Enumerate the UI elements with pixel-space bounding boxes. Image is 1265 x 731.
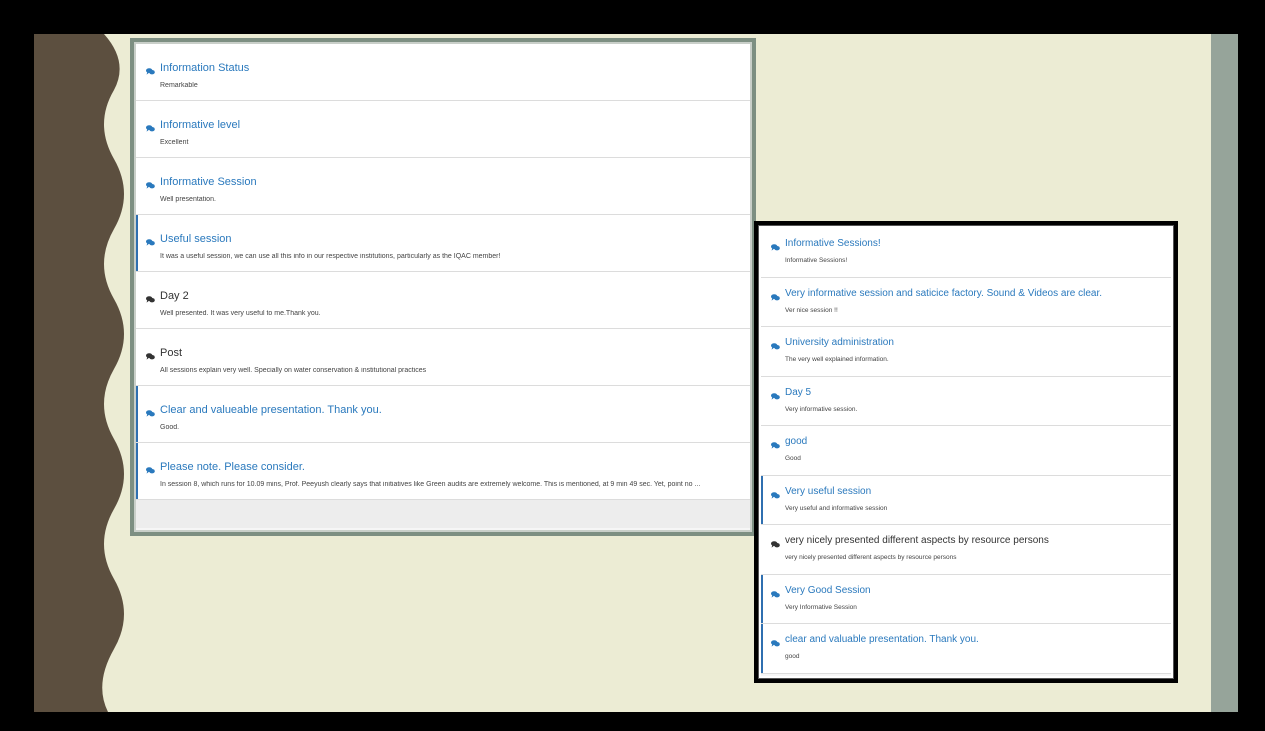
left-feedback-item[interactable]: Clear and valueable presentation. Thank … (136, 386, 750, 443)
left-feedback-item[interactable]: Please note. Please consider. In session … (136, 443, 750, 500)
feedback-title-link[interactable]: University administration (785, 337, 894, 348)
feedback-text: The very well explained information. (785, 356, 889, 363)
comments-icon (146, 353, 155, 360)
right-feedback-item[interactable]: University administration The very well e… (761, 327, 1171, 377)
feedback-title-link[interactable]: good (785, 436, 807, 447)
comments-icon (771, 640, 780, 647)
feedback-text: Very useful and informative session (785, 504, 888, 512)
feedback-text: Well presentation. (160, 196, 216, 203)
feedback-title-link[interactable]: Post (160, 347, 182, 359)
feedback-text: It was a useful session, we can use all … (160, 253, 501, 260)
feedback-title-link[interactable]: Day 2 (160, 290, 189, 302)
feedback-text: very nicely presented different aspects … (785, 554, 957, 561)
feedback-title-link[interactable]: Very informative session and saticice fa… (785, 288, 1102, 299)
right-feedback-item[interactable]: Very informative session and saticice fa… (761, 277, 1171, 327)
left-feedback-item[interactable]: Useful session It was a useful session, w… (136, 215, 750, 272)
right-feedback-item[interactable]: Informative Sessions! Informative Session… (761, 228, 1171, 278)
feedback-text: Excellent (160, 139, 189, 146)
comments-icon (146, 467, 155, 474)
comments-icon (771, 392, 780, 400)
feedback-list-left: Information Status Remarkable Informative … (134, 42, 752, 532)
feedback-title-link[interactable]: Informative Session (160, 176, 257, 188)
feedback-text: good (785, 653, 800, 660)
feedback-title-link[interactable]: Please note. Please consider. (160, 461, 305, 473)
right-feedback-item[interactable]: Very Good Session Very Informative Sessio… (761, 574, 1171, 624)
feedback-title-link[interactable]: very nicely presented different aspects … (785, 535, 1049, 546)
feedback-title-link[interactable]: Clear and valueable presentation. Thank … (160, 404, 382, 416)
feedback-text: Ver nice session !! (785, 306, 838, 314)
comments-icon (771, 491, 780, 499)
feedback-text: Good (785, 455, 801, 462)
feedback-title-link[interactable]: Very useful session (785, 486, 871, 497)
comments-icon (771, 244, 780, 251)
feedback-title-link[interactable]: Useful session (160, 233, 232, 245)
slide-background: Information Status Remarkable Informative … (34, 34, 1238, 712)
comments-icon (146, 68, 155, 75)
comments-icon (771, 293, 780, 301)
feedback-text: Good. (160, 424, 180, 431)
left-feedback-item[interactable]: Post All sessions explain very well. Spec… (136, 329, 750, 386)
left-feedback-item[interactable]: Informative Session Well presentation. (136, 158, 750, 215)
decorative-wave (34, 34, 124, 712)
right-feedback-item[interactable]: clear and valuable presentation. Thank y… (761, 624, 1171, 674)
right-feedback-item[interactable]: Day 5 Very informative session. (761, 376, 1171, 426)
feedback-text: Remarkable (160, 82, 198, 89)
left-feedback-item[interactable]: Day 2 Well presented. It was very useful … (136, 272, 750, 329)
feedback-text: Informative Sessions! (785, 257, 848, 264)
comments-icon (146, 296, 155, 303)
feedback-title-link[interactable]: Day 5 (785, 387, 811, 398)
feedback-text: In session 8, which runs for 10.09 mins,… (160, 481, 701, 488)
list-footer (136, 500, 750, 528)
feedback-panel-right: Informative Sessions! Informative Session… (754, 221, 1178, 683)
feedback-title-link[interactable]: clear and valuable presentation. Thank y… (785, 634, 979, 645)
comments-icon (771, 590, 780, 598)
left-feedback-item[interactable]: Information Status Remarkable (136, 44, 750, 101)
comments-icon (146, 182, 155, 189)
right-decorative-band (1211, 34, 1238, 712)
feedback-title-link[interactable]: Informative Sessions! (785, 238, 881, 249)
feedback-title-link[interactable]: Informative level (160, 119, 240, 131)
feedback-panel-left: Information Status Remarkable Informative … (130, 38, 756, 536)
comments-icon (771, 442, 780, 449)
comments-icon (146, 410, 155, 417)
right-feedback-item[interactable]: very nicely presented different aspects … (761, 525, 1171, 575)
feedback-text: Very informative session. (785, 405, 858, 413)
feedback-text: All sessions explain very well. Speciall… (160, 367, 427, 374)
right-feedback-item[interactable]: Very useful session Very useful and infor… (761, 475, 1171, 525)
feedback-title-link[interactable]: Information Status (160, 62, 249, 74)
comments-icon (146, 239, 155, 246)
feedback-text: Very Informative Session (785, 603, 857, 611)
right-feedback-item[interactable]: good Good (761, 426, 1171, 476)
feedback-list-right: Informative Sessions! Informative Session… (758, 225, 1174, 679)
feedback-text: Well presented. It was very useful to me… (160, 310, 321, 317)
comments-icon (146, 125, 155, 132)
feedback-title-link[interactable]: Very Good Session (785, 585, 871, 596)
comments-icon (771, 541, 780, 548)
comments-icon (771, 343, 780, 350)
left-feedback-item[interactable]: Informative level Excellent (136, 101, 750, 158)
